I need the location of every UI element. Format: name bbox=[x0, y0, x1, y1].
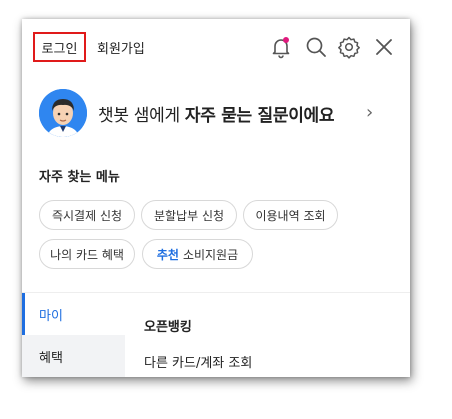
chip-consumption-subsidy[interactable]: 추천 소비지원금 bbox=[142, 239, 253, 269]
signup-link[interactable]: 회원가입 bbox=[97, 38, 145, 57]
chip-label: 이용내역 조회 bbox=[255, 208, 326, 223]
chip-usage-history[interactable]: 이용내역 조회 bbox=[243, 200, 338, 230]
side-tab-benefits[interactable]: 혜택 bbox=[22, 335, 125, 377]
chip-label: 분할납부 신청 bbox=[153, 208, 225, 223]
chevron-right-icon[interactable]: › bbox=[366, 102, 373, 123]
chip-installment[interactable]: 분할납부 신청 bbox=[141, 200, 237, 230]
other-card-account-link[interactable]: 다른 카드/계좌 조회 bbox=[144, 352, 252, 371]
recommend-badge: 추천 bbox=[156, 247, 179, 262]
side-tab-my[interactable]: 마이 bbox=[22, 293, 125, 335]
chip-label: 소비지원금 bbox=[182, 247, 239, 262]
close-icon[interactable] bbox=[372, 35, 396, 59]
chip-instant-payment[interactable]: 즉시결제 신청 bbox=[39, 200, 135, 230]
chip-card-benefits[interactable]: 나의 카드 혜택 bbox=[39, 239, 135, 269]
open-banking-title: 오픈뱅킹 bbox=[144, 320, 192, 335]
chip-label: 즉시결제 신청 bbox=[51, 208, 123, 223]
chatbot-avatar[interactable] bbox=[39, 89, 87, 137]
gear-icon[interactable] bbox=[337, 35, 361, 59]
chip-label: 나의 카드 혜택 bbox=[50, 247, 124, 262]
chatbot-emphasis: 자주 묻는 질문이에요 bbox=[184, 106, 335, 126]
notification-dot bbox=[283, 37, 289, 43]
chatbot-prefix: 챗봇 샘에게 bbox=[98, 106, 185, 126]
login-button[interactable]: 로그인 bbox=[33, 32, 86, 62]
chatbot-banner-text[interactable]: 챗봇 샘에게 자주 묻는 질문이에요 bbox=[98, 101, 335, 126]
search-icon[interactable] bbox=[304, 35, 328, 59]
frequent-menu-title: 자주 찾는 메뉴 bbox=[39, 170, 120, 185]
bell-icon[interactable] bbox=[269, 35, 293, 59]
menu-panel: 로그인 회원가입 챗봇 샘에게 자주 묻는 질문이에요 › 자주 찾는 메뉴 즉… bbox=[22, 19, 410, 377]
